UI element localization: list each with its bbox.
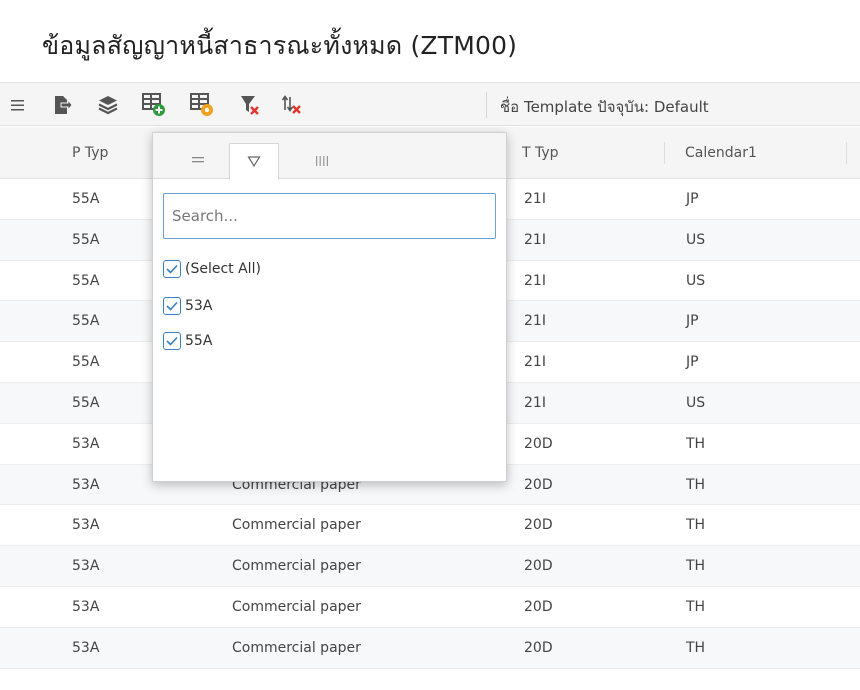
cell-p-typ: 55A [72, 191, 100, 207]
cell-calendar1: US [686, 395, 706, 411]
cell-t-typ: 20D [524, 435, 553, 452]
current-template-label: ชื่อ Template ปัจจุบัน: Default [500, 98, 709, 116]
cell-calendar1: TH [686, 435, 706, 452]
table-row[interactable]: 53A Commercial paper 20D TH [0, 505, 860, 547]
tab-general-menu[interactable] [173, 143, 223, 179]
cell-calendar1: TH [686, 599, 706, 615]
cell-t-typ: 20D [524, 599, 553, 615]
export-icon[interactable] [48, 91, 76, 119]
cell-calendar1: JP [686, 313, 699, 330]
column-separator[interactable] [664, 142, 665, 164]
cell-t-typ: 20D [524, 517, 553, 534]
cell-t-typ: 20D [524, 639, 553, 656]
column-header-p-typ[interactable]: P Typ [72, 127, 108, 179]
clear-sort-icon[interactable] [278, 91, 306, 119]
cell-description: Commercial paper [232, 639, 361, 656]
checkbox-checked-icon[interactable] [163, 260, 181, 278]
tab-columns[interactable] [297, 143, 347, 179]
filter-option-label: (Select All) [185, 261, 261, 277]
cell-calendar1: US [686, 272, 706, 289]
cell-p-typ: 53A [72, 476, 100, 493]
cell-calendar1: JP [686, 191, 699, 207]
filter-option-55a[interactable]: 55A [163, 330, 212, 352]
cell-p-typ: 53A [72, 435, 100, 452]
cell-p-typ: 53A [72, 639, 100, 656]
cell-calendar1: TH [686, 517, 706, 534]
column-header-calendar1[interactable]: Calendar1 [685, 127, 757, 179]
checkbox-checked-icon[interactable] [163, 297, 181, 315]
cell-calendar1: JP [686, 354, 699, 371]
tab-filter[interactable] [229, 143, 279, 180]
cell-t-typ: 21I [524, 231, 546, 248]
filter-option-53a[interactable]: 53A [163, 295, 212, 317]
filter-option-label: 53A [185, 298, 213, 314]
cell-p-typ: 55A [72, 395, 100, 411]
cell-t-typ: 21I [524, 272, 546, 289]
cell-p-typ: 55A [72, 272, 100, 289]
layers-icon[interactable] [94, 91, 122, 119]
page-title: ข้อมูลสัญญาหนี้สาธารณะทั้งหมด (ZTM00) [42, 31, 518, 60]
column-filter-popup: (Select All) 53A 55A [152, 132, 507, 482]
cell-calendar1: TH [686, 639, 706, 656]
cell-t-typ: 21I [524, 191, 546, 207]
cell-calendar1: TH [686, 476, 706, 493]
cell-p-typ: 53A [72, 558, 100, 575]
cell-p-typ: 55A [72, 313, 100, 330]
toolbar: ชื่อ Template ปัจจุบัน: Default [0, 82, 860, 126]
table-row[interactable]: 53A Commercial paper 20D TH [0, 627, 860, 669]
cell-t-typ: 21I [524, 313, 546, 330]
menu-icon[interactable] [4, 91, 32, 119]
cell-t-typ: 21I [524, 395, 546, 411]
cell-description: Commercial paper [232, 599, 361, 615]
toolbar-separator [486, 92, 487, 118]
filter-option-select-all[interactable]: (Select All) [163, 258, 261, 280]
cell-t-typ: 21I [524, 354, 546, 371]
title-bar: ข้อมูลสัญญาหนี้สาธารณะทั้งหมด (ZTM00) [0, 0, 860, 80]
cell-calendar1: US [686, 231, 706, 248]
cell-p-typ: 55A [72, 354, 100, 371]
table-row[interactable]: 53A Commercial paper 20D TH [0, 546, 860, 587]
table-row[interactable]: 53A Commercial paper 20D TH [0, 587, 860, 628]
cell-description: Commercial paper [232, 558, 361, 575]
checkbox-checked-icon[interactable] [163, 332, 181, 350]
popup-tabs [153, 133, 506, 180]
cell-t-typ: 20D [524, 476, 553, 493]
edit-table-icon[interactable] [188, 91, 216, 119]
clear-filter-icon[interactable] [236, 91, 264, 119]
cell-p-typ: 53A [72, 517, 100, 534]
cell-p-typ: 53A [72, 599, 100, 615]
column-separator[interactable] [846, 142, 847, 164]
filter-option-label: 55A [185, 333, 213, 349]
cell-p-typ: 55A [72, 231, 100, 248]
cell-calendar1: TH [686, 558, 706, 575]
filter-search-input[interactable] [163, 193, 496, 239]
column-header-t-typ[interactable]: T Typ [522, 127, 559, 179]
cell-t-typ: 20D [524, 558, 553, 575]
add-table-icon[interactable] [140, 91, 168, 119]
cell-description: Commercial paper [232, 517, 361, 534]
